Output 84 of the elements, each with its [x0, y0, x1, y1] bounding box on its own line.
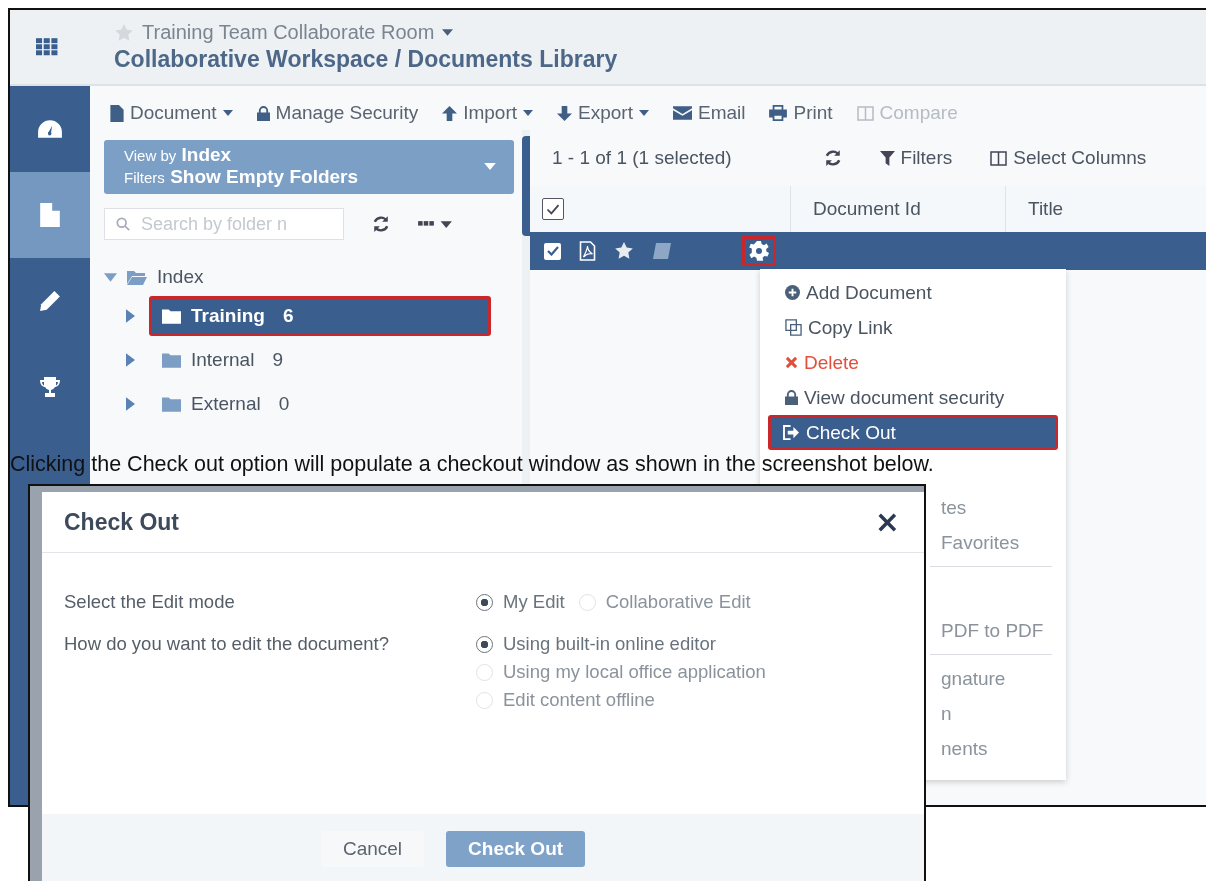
- folder-icon: [162, 352, 181, 368]
- folder-item[interactable]: External 0: [149, 384, 491, 424]
- toolbar-button[interactable]: Export: [557, 102, 649, 124]
- close-icon: [785, 356, 798, 369]
- expand-caret-icon[interactable]: [126, 353, 135, 367]
- check-icon: [546, 246, 559, 256]
- trophy-icon: [39, 376, 61, 398]
- radio-option[interactable]: Collaborative Edit: [578, 591, 751, 613]
- expand-caret-icon: [104, 272, 117, 282]
- view-by-text: View by Index: [124, 144, 233, 166]
- expand-caret-icon[interactable]: [126, 309, 135, 323]
- refresh-icon[interactable]: [823, 149, 842, 167]
- field-label: How do you want to edit the document?: [64, 633, 390, 656]
- radio-option[interactable]: My Edit: [476, 591, 565, 613]
- folder-icon: [162, 308, 181, 324]
- columns-icon: [856, 105, 874, 121]
- radio-button[interactable]: [476, 593, 493, 611]
- row-checkbox[interactable]: [544, 242, 561, 260]
- pencil-icon: [39, 290, 61, 312]
- toolbar-button[interactable]: Import: [442, 102, 534, 124]
- breadcrumb: Collaborative Workspace / Documents Library: [114, 46, 618, 73]
- star-icon[interactable]: [614, 241, 634, 261]
- filters-text: Filters Show Empty Folders: [124, 166, 359, 188]
- arrow-up-icon: [442, 105, 458, 121]
- table-row[interactable]: [530, 232, 1206, 270]
- menu-item[interactable]: Add Document: [760, 275, 1066, 310]
- radio-button[interactable]: [476, 635, 493, 653]
- printer-icon: [769, 105, 788, 121]
- splitter-handle[interactable]: [522, 136, 530, 236]
- more-options-icon[interactable]: [418, 219, 452, 229]
- refresh-icon[interactable]: [372, 215, 390, 233]
- gear-icon: [749, 241, 769, 261]
- lock-icon: [256, 105, 270, 121]
- room-name: Training Team Collaborate Room: [142, 21, 435, 44]
- envelope-icon: [672, 106, 692, 120]
- gauge-icon: [37, 119, 63, 139]
- lock-icon: [785, 390, 798, 405]
- radio-option[interactable]: Edit content offline: [476, 689, 766, 711]
- folder-icon: [162, 396, 181, 412]
- caret-icon[interactable]: [442, 29, 454, 36]
- plus-circle-icon: [785, 285, 800, 300]
- folder-item[interactable]: Training 6: [149, 296, 491, 336]
- radio-option[interactable]: Using my local office application: [476, 661, 766, 683]
- caret-icon: [523, 110, 534, 116]
- results-action[interactable]: Filters: [879, 147, 953, 169]
- folder-icon: [127, 269, 147, 285]
- toolbar-button[interactable]: Document: [110, 102, 233, 124]
- menu-item[interactable]: View document security: [760, 380, 1066, 415]
- menu-item[interactable]: Copy Link: [760, 310, 1066, 345]
- close-button[interactable]: ×: [874, 507, 900, 537]
- filter-icon: [879, 150, 895, 166]
- check-icon: [546, 203, 560, 215]
- select-all-checkbox[interactable]: [542, 198, 564, 221]
- folder-search-field[interactable]: Search by folder n: [104, 208, 344, 240]
- results-action[interactable]: Select Columns: [990, 147, 1147, 169]
- pdf-file-icon: [579, 241, 596, 261]
- menu-item[interactable]: Delete: [760, 345, 1066, 380]
- dialog-title: Check Out: [64, 508, 180, 536]
- folder-item[interactable]: Internal 9: [149, 340, 491, 380]
- sign-out-icon: [783, 425, 800, 440]
- caption-text: Clicking the Check out option will populate a checkout window as shown in the screenshot below.: [10, 452, 934, 477]
- apps-grid-icon[interactable]: [36, 38, 58, 56]
- toolbar-button[interactable]: Manage Security: [256, 102, 419, 124]
- results-count: 1 - 1 of 1 (1 selected): [552, 147, 732, 169]
- caret-icon: [638, 110, 649, 116]
- field-label: Select the Edit mode: [64, 591, 236, 613]
- star-icon[interactable]: [114, 22, 134, 43]
- gear-button[interactable]: [742, 236, 776, 266]
- tree-item[interactable]: Index: [104, 262, 514, 292]
- columns-icon: [990, 150, 1008, 166]
- document-icon: [40, 203, 60, 227]
- nav-item[interactable]: [10, 172, 90, 258]
- caret-icon: [484, 162, 496, 170]
- toolbar-button[interactable]: Print: [769, 102, 833, 124]
- document-icon: [110, 104, 124, 122]
- radio-option[interactable]: Using built-in online editor: [476, 633, 766, 655]
- book-icon: [652, 242, 672, 260]
- dialog-button[interactable]: Cancel: [320, 831, 425, 867]
- menu-item[interactable]: Check Out: [768, 415, 1058, 450]
- expand-caret-icon[interactable]: [126, 397, 135, 411]
- arrow-down-icon: [557, 105, 573, 121]
- copy-icon: [785, 319, 802, 336]
- caret-icon: [222, 110, 233, 116]
- toolbar-button[interactable]: Email: [672, 102, 746, 124]
